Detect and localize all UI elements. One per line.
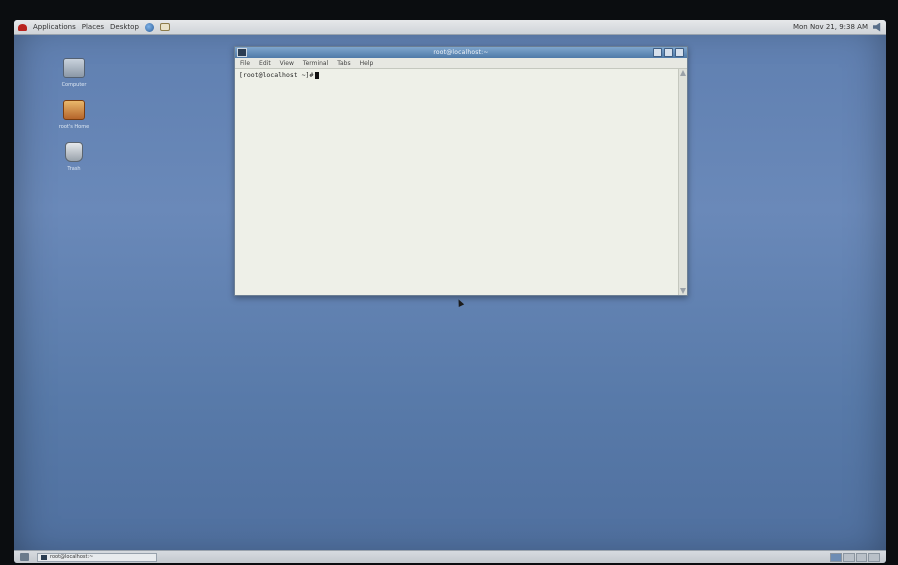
terminal-icon bbox=[41, 554, 47, 560]
terminal-scrollbar[interactable] bbox=[678, 69, 687, 295]
mouse-pointer-icon bbox=[455, 298, 465, 307]
menu-file[interactable]: File bbox=[240, 60, 250, 67]
clock[interactable]: Mon Nov 21, 9:38 AM bbox=[793, 23, 868, 31]
terminal-titlebar[interactable]: root@localhost:~ bbox=[235, 47, 687, 58]
redhat-logo-icon[interactable] bbox=[18, 23, 27, 31]
desktop-icon-label: Trash bbox=[67, 166, 81, 172]
web-browser-launcher-icon[interactable] bbox=[144, 22, 154, 32]
scroll-down-arrow-icon[interactable] bbox=[680, 288, 686, 294]
applications-menu[interactable]: Applications bbox=[33, 23, 76, 31]
workspace-4[interactable] bbox=[868, 552, 880, 562]
menu-help[interactable]: Help bbox=[360, 60, 374, 67]
terminal-window[interactable]: root@localhost:~ File Edit View Terminal… bbox=[234, 46, 688, 296]
workspace-switcher[interactable] bbox=[830, 552, 880, 562]
desktop-screen: Applications Places Desktop Mon Nov 21, … bbox=[14, 20, 886, 563]
desktop-icon-trash[interactable]: Trash bbox=[49, 142, 99, 172]
workspace-2[interactable] bbox=[842, 552, 855, 562]
prompt-line: [root@localhost ~]# bbox=[239, 71, 320, 79]
desktop-icon-computer[interactable]: Computer bbox=[49, 58, 99, 88]
menu-tabs[interactable]: Tabs bbox=[337, 60, 350, 67]
terminal-menubar: File Edit View Terminal Tabs Help bbox=[235, 58, 687, 69]
panel-menus: Applications Places Desktop bbox=[14, 22, 170, 32]
minimize-icon[interactable] bbox=[653, 48, 662, 57]
menu-terminal[interactable]: Terminal bbox=[303, 60, 328, 67]
places-menu[interactable]: Places bbox=[82, 23, 104, 31]
workspace-3[interactable] bbox=[855, 552, 868, 562]
home-folder-icon bbox=[63, 100, 85, 120]
bottom-panel: root@localhost:~ bbox=[14, 550, 886, 563]
panel-right: Mon Nov 21, 9:38 AM bbox=[793, 22, 886, 32]
workspace-1[interactable] bbox=[830, 552, 842, 562]
shell-prompt: [root@localhost ~]# bbox=[239, 71, 314, 79]
show-desktop-icon[interactable] bbox=[20, 553, 29, 561]
trash-icon bbox=[65, 142, 83, 162]
volume-icon[interactable] bbox=[873, 22, 881, 32]
mail-launcher-icon[interactable] bbox=[159, 23, 170, 31]
text-cursor bbox=[315, 71, 320, 79]
taskbar-label: root@localhost:~ bbox=[50, 554, 94, 560]
window-controls bbox=[653, 48, 687, 57]
maximize-icon[interactable] bbox=[664, 48, 673, 57]
desktop-icon-label: root's Home bbox=[58, 124, 90, 130]
desktop-menu[interactable]: Desktop bbox=[110, 23, 139, 31]
desktop-icon-label: Computer bbox=[61, 82, 87, 88]
scroll-up-arrow-icon[interactable] bbox=[680, 70, 686, 76]
top-panel: Applications Places Desktop Mon Nov 21, … bbox=[14, 20, 886, 35]
menu-view[interactable]: View bbox=[280, 60, 294, 67]
window-title: root@localhost:~ bbox=[433, 49, 489, 56]
menu-edit[interactable]: Edit bbox=[259, 60, 271, 67]
terminal-output[interactable]: [root@localhost ~]# bbox=[235, 69, 687, 295]
computer-icon bbox=[63, 58, 85, 78]
close-icon[interactable] bbox=[675, 48, 684, 57]
taskbar-button-terminal[interactable]: root@localhost:~ bbox=[37, 552, 157, 562]
desktop-icon-home[interactable]: root's Home bbox=[49, 100, 99, 130]
